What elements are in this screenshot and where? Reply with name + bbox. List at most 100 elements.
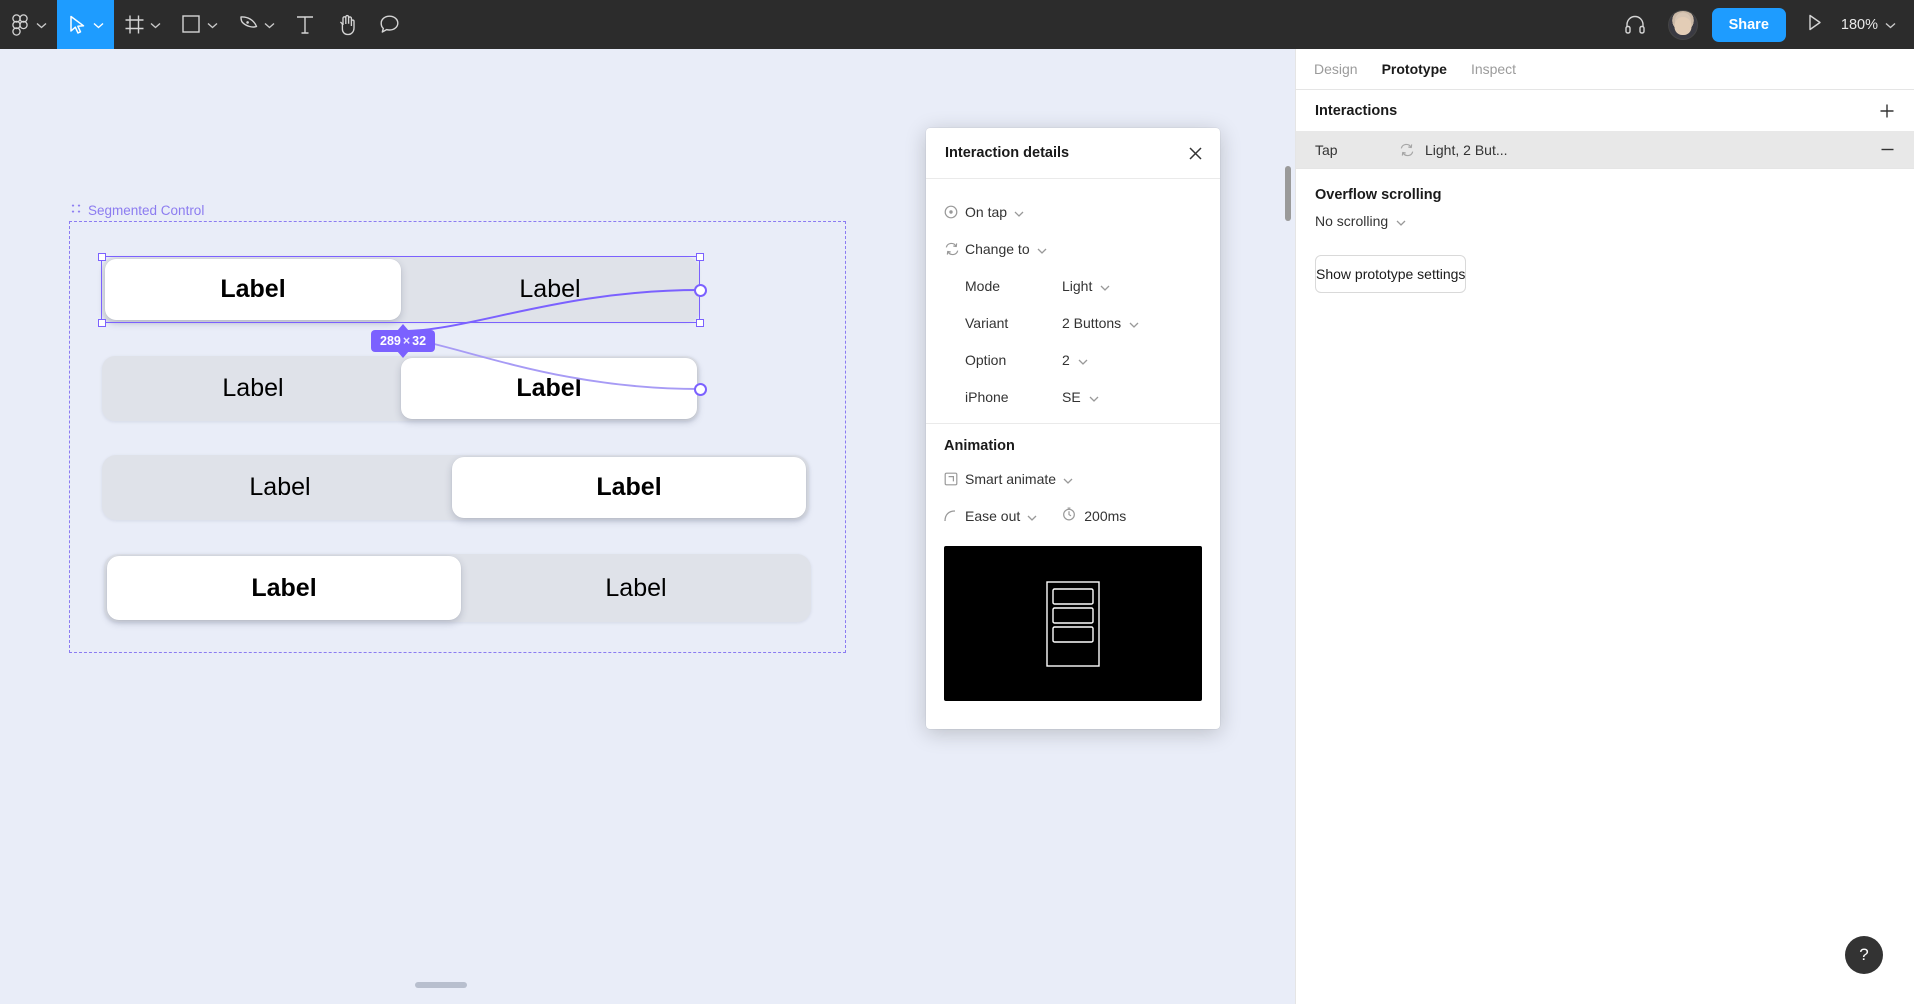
animation-section-title: Animation [944, 438, 1015, 454]
hand-icon [337, 14, 359, 36]
chevron-down-icon [1100, 278, 1110, 294]
animation-duration-value: 200ms [1084, 507, 1127, 524]
tab-design[interactable]: Design [1314, 61, 1358, 77]
interactions-section-header: Interactions [1296, 90, 1914, 131]
segmented-control-row[interactable]: Label Label [104, 554, 811, 622]
segment-label[interactable]: Label [105, 455, 455, 520]
frame-icon [124, 14, 146, 36]
chevron-down-icon [1885, 17, 1896, 33]
resize-handle-tl[interactable] [98, 253, 106, 261]
animation-type-row[interactable]: Smart animate [926, 460, 1220, 497]
animation-easing-row[interactable]: Ease out 200ms [926, 497, 1220, 534]
animation-duration-field[interactable]: 200ms [1062, 507, 1126, 524]
property-row-iphone[interactable]: iPhone SE [926, 378, 1220, 415]
trigger-dropdown[interactable]: On tap [965, 204, 1024, 220]
segment-label[interactable]: Label [105, 356, 401, 421]
property-label: Variant [965, 314, 1009, 331]
top-toolbar: Share 180% [0, 0, 1914, 49]
segment-label[interactable]: Label [452, 455, 806, 520]
frame-name-text: Segmented Control [88, 203, 205, 218]
minus-icon[interactable] [1879, 141, 1896, 158]
segment-label[interactable]: Label [401, 356, 697, 421]
comment-tool-button[interactable] [369, 0, 411, 49]
overflow-section-title: Overflow scrolling [1315, 187, 1442, 203]
close-icon[interactable] [1187, 145, 1204, 162]
connector-endpoint[interactable] [694, 383, 707, 396]
square-icon [181, 14, 203, 36]
badge-arrow-up-icon [397, 324, 410, 331]
overflow-scrolling-dropdown[interactable]: No scrolling [1296, 213, 1914, 247]
frame-tool-button[interactable] [114, 0, 171, 49]
tab-inspect[interactable]: Inspect [1471, 61, 1516, 77]
panel-tabs: Design Prototype Inspect [1296, 49, 1914, 90]
chevron-down-icon [36, 16, 47, 34]
trigger-row[interactable]: On tap [926, 193, 1220, 230]
interaction-row[interactable]: Tap Light, 2 But... [1296, 131, 1914, 168]
animation-type-dropdown[interactable]: Smart animate [965, 471, 1073, 487]
property-value: 2 [1062, 351, 1070, 368]
segment-label[interactable]: Label [461, 554, 811, 622]
stopwatch-icon [1062, 507, 1076, 524]
badge-arrow-down-icon [397, 351, 410, 358]
property-dropdown[interactable]: SE [1062, 389, 1099, 405]
segmented-control-row[interactable]: Label Label [102, 356, 699, 421]
hand-tool-button[interactable] [327, 0, 369, 49]
canvas-horizontal-scrollbar[interactable] [415, 982, 467, 988]
chevron-down-icon [1089, 389, 1099, 405]
property-row-option[interactable]: Option 2 [926, 341, 1220, 378]
dialog-header: Interaction details [926, 128, 1220, 179]
animation-easing-dropdown[interactable]: Ease out [965, 508, 1037, 524]
chevron-down-icon [1396, 213, 1406, 229]
interaction-destination: Light, 2 But... [1425, 141, 1508, 158]
segmented-control-row[interactable]: Label Label [102, 455, 809, 520]
chevron-down-icon [1037, 241, 1047, 257]
segmented-control-row[interactable]: Label Label [102, 257, 699, 322]
figma-logo-icon [10, 13, 32, 36]
property-dropdown[interactable]: 2 Buttons [1062, 315, 1139, 331]
pen-tool-button[interactable] [228, 0, 285, 49]
change-to-icon [944, 242, 965, 256]
change-to-icon [1399, 143, 1425, 157]
move-tool-button[interactable] [57, 0, 114, 49]
action-row[interactable]: Change to [926, 230, 1220, 267]
canvas-vertical-scrollbar[interactable] [1285, 166, 1291, 221]
resize-handle-tr[interactable] [696, 253, 704, 261]
present-button[interactable] [1786, 13, 1837, 37]
figma-menu-button[interactable] [0, 0, 57, 49]
property-dropdown[interactable]: Light [1062, 278, 1110, 294]
help-button[interactable]: ? [1845, 936, 1883, 974]
show-prototype-settings-button[interactable]: Show prototype settings [1315, 255, 1467, 293]
right-panel: Design Prototype Inspect Interactions Ta… [1285, 49, 1914, 1004]
animation-type-value: Smart animate [965, 470, 1057, 487]
headphones-icon [1624, 14, 1646, 36]
text-tool-button[interactable] [285, 0, 327, 49]
shape-tool-button[interactable] [171, 0, 228, 49]
frame-name-label[interactable]: Segmented Control [70, 203, 204, 218]
prototype-preview[interactable] [944, 546, 1202, 701]
share-button[interactable]: Share [1711, 7, 1786, 42]
component-set-icon [70, 203, 82, 218]
property-row-variant[interactable]: Variant 2 Buttons [926, 304, 1220, 341]
audio-button[interactable] [1614, 0, 1656, 49]
resize-handle-br[interactable] [696, 319, 704, 327]
property-row-mode[interactable]: Mode Light [926, 267, 1220, 304]
user-avatar[interactable] [1667, 9, 1698, 40]
tab-prototype[interactable]: Prototype [1382, 61, 1447, 77]
action-dropdown[interactable]: Change to [965, 241, 1047, 257]
interaction-details-dialog: Interaction details On tap Change to Mod… [926, 128, 1220, 729]
property-label: Option [965, 351, 1007, 368]
segment-label[interactable]: Label [107, 554, 461, 622]
badge-width: 289 [380, 334, 401, 348]
plus-icon[interactable] [1878, 102, 1896, 120]
chevron-down-icon [1129, 315, 1139, 331]
property-dropdown[interactable]: 2 [1062, 352, 1088, 368]
zoom-control[interactable]: 180% [1837, 17, 1896, 33]
property-value: Light [1062, 277, 1093, 294]
zoom-level-label: 180% [1840, 16, 1878, 33]
segment-label[interactable]: Label [402, 257, 698, 322]
chevron-down-icon [1063, 471, 1073, 487]
segment-label[interactable]: Label [105, 257, 401, 322]
cursor-icon [67, 14, 89, 36]
connector-endpoint[interactable] [694, 284, 707, 297]
resize-handle-bl[interactable] [98, 319, 106, 327]
